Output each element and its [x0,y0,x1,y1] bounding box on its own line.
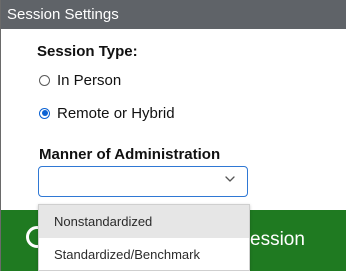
manner-of-administration-label: Manner of Administration [39,146,221,163]
panel-header: Session Settings [1,0,346,29]
radio-selected-dot [41,110,48,116]
in-person-label[interactable]: In Person [57,72,121,89]
radio-option-in-person[interactable]: In Person [39,70,121,90]
session-settings-panel: Session Settings Session Type: In Person… [0,0,346,271]
radio-option-remote-hybrid[interactable]: Remote or Hybrid [39,103,175,123]
start-session-label: ession [250,229,305,250]
manner-dropdown-menu[interactable]: Nonstandardized Standardized/Benchmark [38,204,250,271]
manner-select[interactable] [38,166,248,197]
in-person-radio[interactable] [39,74,50,86]
remote-hybrid-label[interactable]: Remote or Hybrid [57,105,175,122]
option-nonstandardized[interactable]: Nonstandardized [39,205,249,238]
option-standardized-benchmark[interactable]: Standardized/Benchmark [39,238,249,270]
session-type-label: Session Type: [37,43,138,60]
remote-hybrid-radio[interactable] [39,107,50,119]
chevron-down-icon[interactable] [225,176,235,182]
panel-title: Session Settings [7,6,119,23]
